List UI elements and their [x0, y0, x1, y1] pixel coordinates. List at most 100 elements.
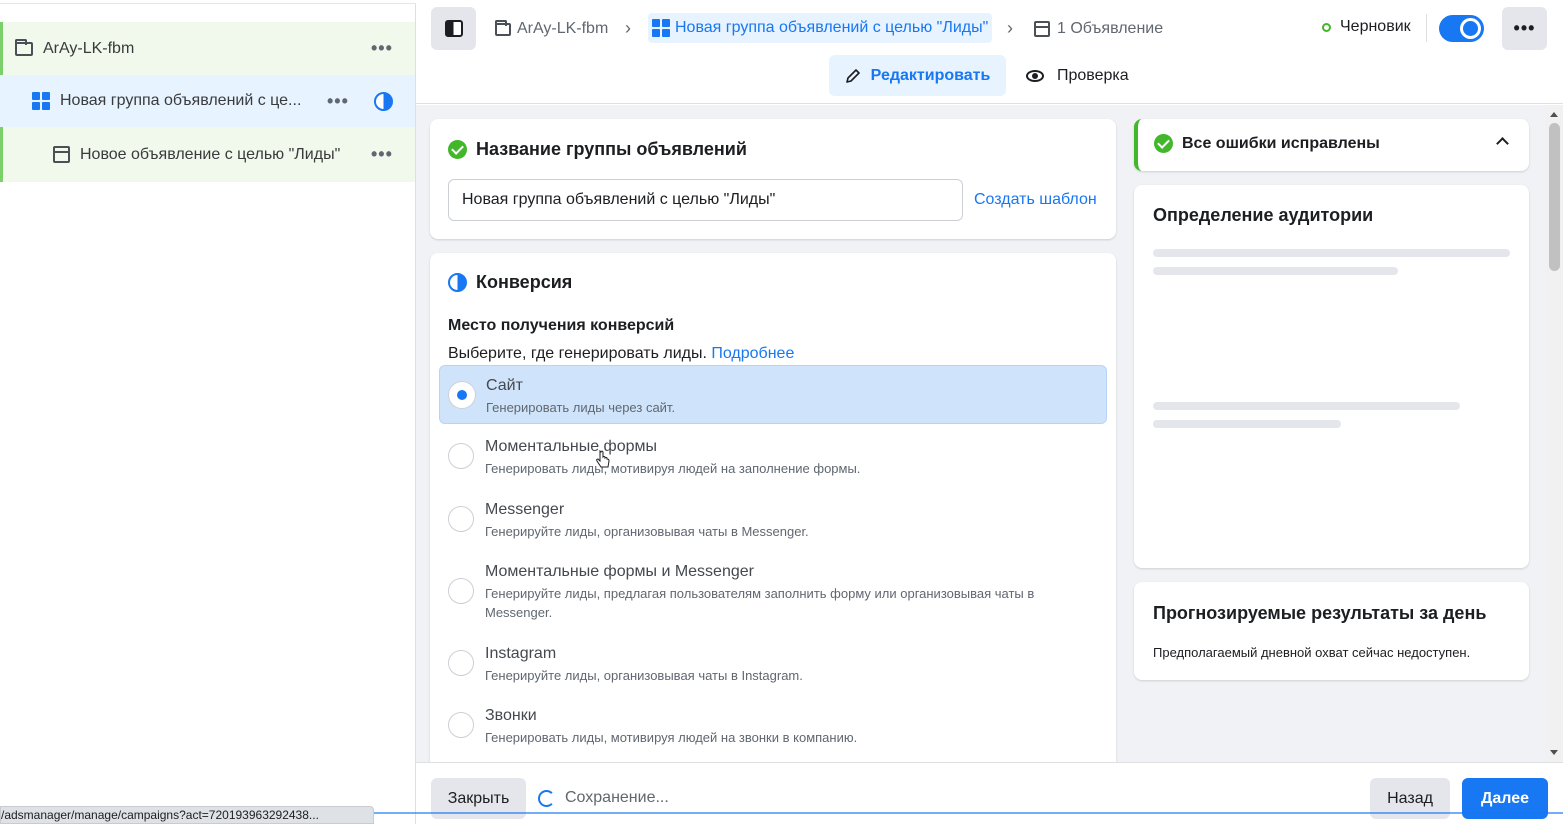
in-progress-half-circle-icon — [374, 91, 393, 111]
more-options-button[interactable]: ••• — [1502, 7, 1547, 50]
conversion-option-messenger[interactable]: Messenger Генерируйте лиды, организовыва… — [439, 498, 1107, 550]
option-description: Генерировать лиды, мотивируя людей на зв… — [485, 730, 858, 745]
editor-content[interactable]: Название группы объявлений Новая группа … — [416, 105, 1545, 762]
breadcrumb-campaign-label: ArAy-LK-fbm — [517, 20, 609, 37]
breadcrumb-ads-label: 1 Объявление — [1057, 20, 1164, 37]
radio-instagram[interactable] — [448, 650, 474, 676]
radio-messenger[interactable] — [448, 506, 474, 532]
radio-calls[interactable] — [448, 712, 474, 738]
header-divider — [1426, 14, 1427, 42]
breadcrumb-adset-label: Новая группа объявлений с целью "Лиды" — [675, 19, 989, 36]
errors-summary-title: Все ошибки исправлены — [1154, 134, 1380, 153]
content-scrollbar[interactable] — [1545, 105, 1563, 762]
editor-header: ArAy-LK-fbm › Новая группа объявлений с … — [416, 0, 1563, 104]
adset-grid-icon — [652, 19, 670, 37]
forecast-title: Прогнозируемые результаты за день — [1153, 603, 1487, 623]
option-title: Звонки — [485, 707, 537, 724]
tree-top-divider — [0, 0, 416, 4]
in-progress-half-circle-icon — [448, 273, 467, 292]
status-label: Черновик — [1340, 18, 1411, 35]
conversion-card: Конверсия Место получения конверсий Выбе… — [430, 253, 1116, 762]
pencil-icon — [845, 68, 860, 83]
breadcrumb-ads[interactable]: 1 Объявление — [1034, 18, 1163, 40]
saving-indicator: Сохранение... — [538, 789, 669, 807]
ad-icon — [53, 146, 70, 163]
conversion-option-calls[interactable]: Звонки Генерировать лиды, мотивируя люде… — [439, 704, 1107, 756]
conversion-option-website[interactable]: Сайт Генерировать лиды через сайт. — [439, 365, 1107, 424]
conversion-location-heading: Место получения конверсий — [448, 317, 675, 334]
audience-definition-card: Определение аудитории — [1134, 185, 1529, 568]
option-description: Генерировать лиды через сайт. — [486, 400, 676, 415]
radio-forms-and-messenger[interactable] — [448, 578, 474, 604]
chevron-right-icon: › — [625, 18, 631, 38]
breadcrumb-campaign[interactable]: ArAy-LK-fbm — [495, 18, 608, 40]
loading-skeleton-line — [1153, 267, 1398, 275]
radio-instant-forms[interactable] — [448, 443, 474, 469]
folder-icon — [15, 38, 33, 56]
option-description: Генерируйте лиды, предлагая пользователя… — [485, 586, 1035, 620]
draft-status-dot-icon — [1322, 22, 1331, 32]
loading-skeleton-line — [1153, 402, 1460, 410]
check-circle-icon — [448, 140, 467, 159]
option-title: Моментальные формы и Messenger — [485, 563, 754, 580]
tree-item-adset[interactable]: Новая группа объявлений с це... ••• — [0, 75, 415, 127]
scroll-up-arrow-icon[interactable] — [1550, 112, 1558, 117]
radio-website[interactable] — [449, 382, 475, 408]
tab-edit-label: Редактировать — [870, 66, 991, 84]
audience-definition-title: Определение аудитории — [1153, 205, 1374, 225]
chevron-up-icon[interactable] — [1496, 137, 1509, 150]
tree-item-campaign-label: ArAy-LK-fbm — [43, 39, 135, 57]
more-options-icon[interactable]: ••• — [371, 38, 393, 59]
adset-name-card-title: Название группы объявлений — [448, 139, 747, 160]
chevron-right-icon: › — [1007, 18, 1013, 38]
ad-icon — [1034, 21, 1050, 37]
status-badge: Черновик — [1322, 18, 1411, 36]
browser-status-url: /adsmanager/manage/campaigns?act=7201939… — [0, 806, 374, 824]
scroll-down-arrow-icon[interactable] — [1550, 750, 1558, 755]
forecast-card: Прогнозируемые результаты за день Предпо… — [1134, 582, 1529, 680]
loading-skeleton-line — [1153, 420, 1341, 428]
campaign-tree-panel: ArAy-LK-fbm ••• Новая группа объявлений … — [0, 0, 416, 824]
option-description: Генерируйте лиды, организовывая чаты в I… — [485, 668, 803, 683]
tab-review-label: Проверка — [1057, 66, 1129, 84]
editor-footer: Закрыть Сохранение... Назад Далее — [416, 762, 1563, 824]
conversion-option-instagram[interactable]: Instagram Генерируйте лиды, организовыва… — [439, 642, 1107, 694]
tree-item-adset-label: Новая группа объявлений с це... — [60, 92, 302, 109]
toggle-sidebar-button[interactable] — [431, 7, 476, 50]
adset-grid-icon — [32, 92, 50, 110]
check-circle-icon — [1154, 134, 1173, 153]
conversion-option-forms-and-messenger[interactable]: Моментальные формы и Messenger Генерируй… — [439, 560, 1107, 626]
tab-review[interactable]: Проверка — [1026, 55, 1129, 96]
tree-item-ad[interactable]: Новое объявление с целью "Лиды" ••• — [0, 127, 415, 182]
saving-label: Сохранение... — [565, 789, 669, 806]
forecast-text: Предполагаемый дневной охват сейчас недо… — [1153, 645, 1471, 660]
option-title: Instagram — [485, 645, 557, 662]
breadcrumb-adset[interactable]: Новая группа объявлений с целью "Лиды" — [648, 13, 993, 43]
create-template-link[interactable]: Создать шаблон — [974, 191, 1097, 209]
more-options-icon[interactable]: ••• — [371, 144, 393, 165]
conversion-location-help: Выберите, где генерировать лиды. Подробн… — [448, 345, 795, 362]
more-options-icon[interactable]: ••• — [327, 91, 349, 112]
option-title: Моментальные формы — [485, 438, 657, 455]
scrollbar-thumb[interactable] — [1549, 123, 1560, 271]
option-title: Сайт — [486, 377, 523, 394]
option-description: Генерировать лиды, мотивируя людей на за… — [485, 461, 861, 476]
conversion-option-instant-forms[interactable]: Моментальные формы Генерировать лиды, мо… — [439, 435, 1107, 487]
option-title: Messenger — [485, 501, 565, 518]
loading-skeleton-line — [1153, 249, 1510, 257]
adset-name-card: Название группы объявлений Новая группа … — [430, 119, 1116, 239]
loading-spinner-icon — [538, 789, 555, 807]
option-description: Генерируйте лиды, организовывая чаты в M… — [485, 524, 809, 539]
tree-item-ad-label: Новое объявление с целью "Лиды" — [80, 145, 341, 163]
adset-on-off-toggle[interactable] — [1439, 15, 1484, 42]
eye-icon — [1026, 69, 1044, 82]
tree-item-campaign[interactable]: ArAy-LK-fbm ••• — [0, 22, 415, 75]
adset-name-input[interactable]: Новая группа объявлений с целью "Лиды" — [448, 179, 963, 221]
conversion-card-title: Конверсия — [448, 272, 572, 293]
hand-cursor-icon — [596, 450, 610, 468]
sidebar-panel-icon — [444, 20, 463, 37]
learn-more-link[interactable]: Подробнее — [711, 345, 794, 362]
tab-edit[interactable]: Редактировать — [829, 55, 1006, 96]
folder-icon — [495, 19, 511, 36]
errors-summary-card[interactable]: Все ошибки исправлены — [1134, 119, 1529, 171]
